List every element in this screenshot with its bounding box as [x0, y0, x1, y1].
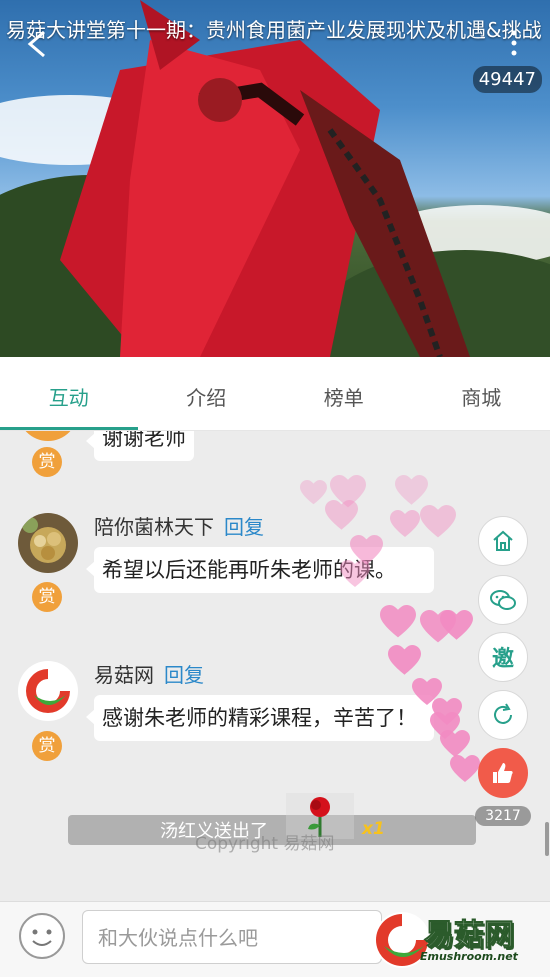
author-name: 陪你菌林天下 [94, 515, 214, 539]
message-author: 陪你菌林天下 回复 [94, 511, 264, 540]
tab-shop[interactable]: 商城 [413, 357, 550, 430]
more-options-icon[interactable] [510, 30, 518, 56]
invite-button[interactable]: 邀 [478, 632, 528, 682]
reward-badge[interactable]: 赏 [32, 447, 62, 477]
wechat-share-button[interactable] [478, 575, 528, 625]
view-count-badge: 49447 [472, 66, 542, 93]
avatar [18, 661, 78, 721]
reward-badge[interactable]: 赏 [32, 582, 62, 612]
back-arrow-icon[interactable] [26, 30, 48, 58]
reply-link[interactable]: 回复 [164, 663, 204, 687]
emoji-icon[interactable] [18, 912, 66, 960]
logo-text-en: Emushroom.net [420, 950, 518, 963]
tab-interact[interactable]: 互动 [0, 357, 138, 430]
logo-text-cn: 易菇网 [424, 918, 515, 954]
thumbs-up-icon [493, 763, 513, 783]
video-title: 易菇大讲堂第十一期：贵州食用菌产业发展现状及机遇&挑战 [6, 18, 542, 42]
video-scene [60, 0, 470, 357]
invite-icon: 邀 [491, 647, 514, 672]
like-button[interactable] [478, 748, 528, 798]
avatar [18, 513, 78, 573]
message-author: 易菇网 回复 [94, 659, 204, 688]
author-name: 易菇网 [94, 663, 154, 687]
reward-badge[interactable]: 赏 [32, 731, 62, 761]
home-icon [493, 530, 513, 551]
tab-intro[interactable]: 介绍 [138, 357, 276, 430]
avatar [18, 431, 78, 441]
watermark: Copyright 易菇网 [195, 834, 335, 854]
refresh-button[interactable] [478, 690, 528, 740]
like-count: 3217 [475, 806, 531, 826]
gift-count: x1 [362, 819, 385, 839]
refresh-icon [494, 703, 512, 724]
chat-input[interactable]: 和大伙说点什么吧 [82, 910, 382, 964]
reply-link[interactable]: 回复 [224, 515, 264, 539]
video-player[interactable] [0, 0, 550, 357]
scrollbar[interactable] [545, 822, 549, 856]
tab-ranking[interactable]: 榜单 [275, 357, 413, 430]
message-bubble: 感谢朱老师的精彩课程，辛苦了！ [86, 695, 434, 741]
message-bubble: 希望以后还能再听朱老师的课。 [86, 547, 434, 593]
tab-bar: 互动 介绍 榜单 商城 [0, 357, 550, 431]
wechat-icon [490, 590, 516, 610]
message-bubble: 谢谢老师 [86, 431, 194, 461]
home-button[interactable] [478, 516, 528, 566]
